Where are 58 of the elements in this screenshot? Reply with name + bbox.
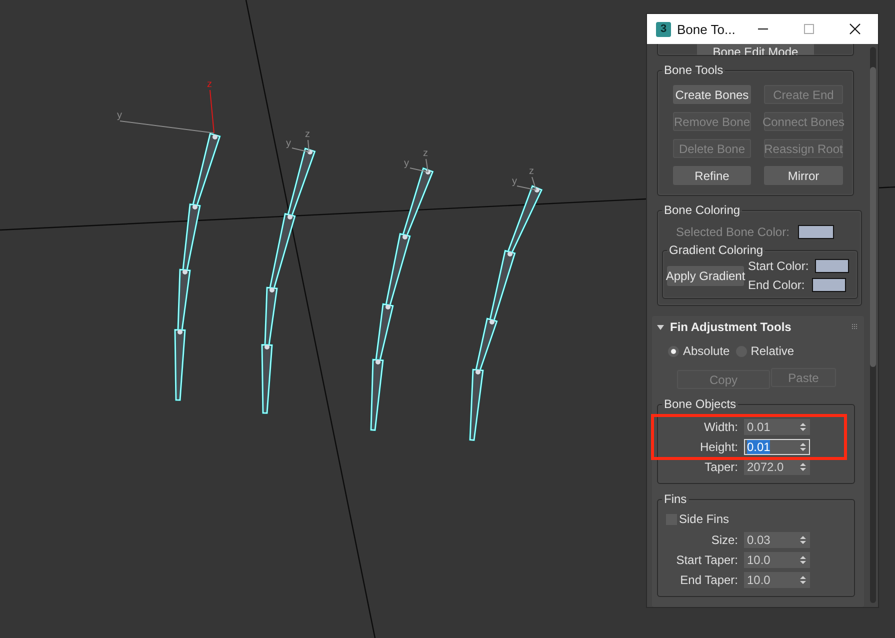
axis-gizmo-drawing [410, 158, 428, 172]
radio-button[interactable] [668, 346, 679, 356]
spinner-field[interactable]: 2072.0 [744, 459, 810, 475]
tool-button[interactable]: Mirror [764, 166, 843, 185]
axis-label: y [404, 158, 409, 169]
color-label: End Color: [748, 278, 806, 292]
axis-label: z [305, 129, 310, 140]
checkbox-label[interactable]: Side Fins [679, 512, 730, 526]
spinner-arrows-icon[interactable] [800, 535, 806, 545]
spinner-field[interactable]: 0.01 [744, 439, 810, 455]
maximize-icon [803, 23, 815, 35]
radio-label[interactable]: Relative [750, 344, 794, 358]
spinner-field[interactable]: 10.0 [744, 552, 810, 568]
axis-gizmo-drawing [292, 140, 310, 152]
radio-label[interactable]: Absolute [683, 344, 730, 358]
axis-label: y [117, 110, 122, 121]
color-swatch[interactable] [815, 259, 849, 273]
collapse-arrow-icon[interactable] [657, 324, 664, 330]
spinner-arrows-icon[interactable] [800, 575, 806, 585]
bone-chain-drawing[interactable] [370, 167, 434, 431]
rollout-title[interactable]: Fin Adjustment Tools [670, 320, 792, 334]
bone-chain-drawing[interactable] [174, 132, 221, 401]
scrollbar[interactable] [870, 47, 876, 603]
group-title: Gradient Coloring [668, 243, 764, 257]
axis-label: y [512, 176, 517, 187]
axis-label: z [529, 166, 534, 177]
group-title: Bone Tools [663, 63, 724, 77]
close-icon [849, 23, 861, 35]
axis-label: y [286, 138, 291, 149]
color-swatch[interactable] [812, 278, 846, 292]
field-label: Start Taper: [675, 553, 739, 567]
spinner-arrows-icon[interactable] [800, 555, 806, 565]
field-label: Taper: [704, 460, 739, 474]
color-label: Start Color: [748, 259, 810, 273]
color-label: Selected Bone Color: [676, 225, 790, 239]
axis-label: z [423, 148, 428, 159]
axis-label: z [207, 79, 212, 90]
field-label: End Taper: [679, 573, 739, 587]
spinner-field[interactable]: 0.01 [744, 419, 810, 435]
axis-gizmo-drawing [516, 176, 536, 190]
apply-gradient-button[interactable]: Apply Gradient [667, 266, 744, 286]
spinner-arrows-icon[interactable] [800, 462, 806, 472]
spinner-arrows-icon[interactable] [800, 422, 806, 432]
field-label: Width: [702, 420, 739, 434]
group-title: Bone Objects [663, 397, 738, 411]
bone-chain-drawing[interactable] [261, 148, 316, 414]
spinner-field[interactable]: 10.0 [744, 572, 810, 588]
group-title: Fins [663, 492, 688, 506]
spinner-arrows-icon[interactable] [800, 442, 806, 452]
app-icon: 3 [656, 22, 671, 36]
group-title: Bone Coloring [663, 203, 742, 217]
tool-button[interactable]: Refine [673, 166, 751, 185]
spinner-field[interactable]: 0.03 [744, 532, 810, 548]
tool-button[interactable]: Create Bones [673, 85, 751, 104]
window-title: Bone To... [677, 22, 736, 36]
field-label: Height: [698, 440, 739, 454]
bone-chain-drawing[interactable] [469, 185, 543, 442]
field-label: Size: [710, 533, 739, 547]
